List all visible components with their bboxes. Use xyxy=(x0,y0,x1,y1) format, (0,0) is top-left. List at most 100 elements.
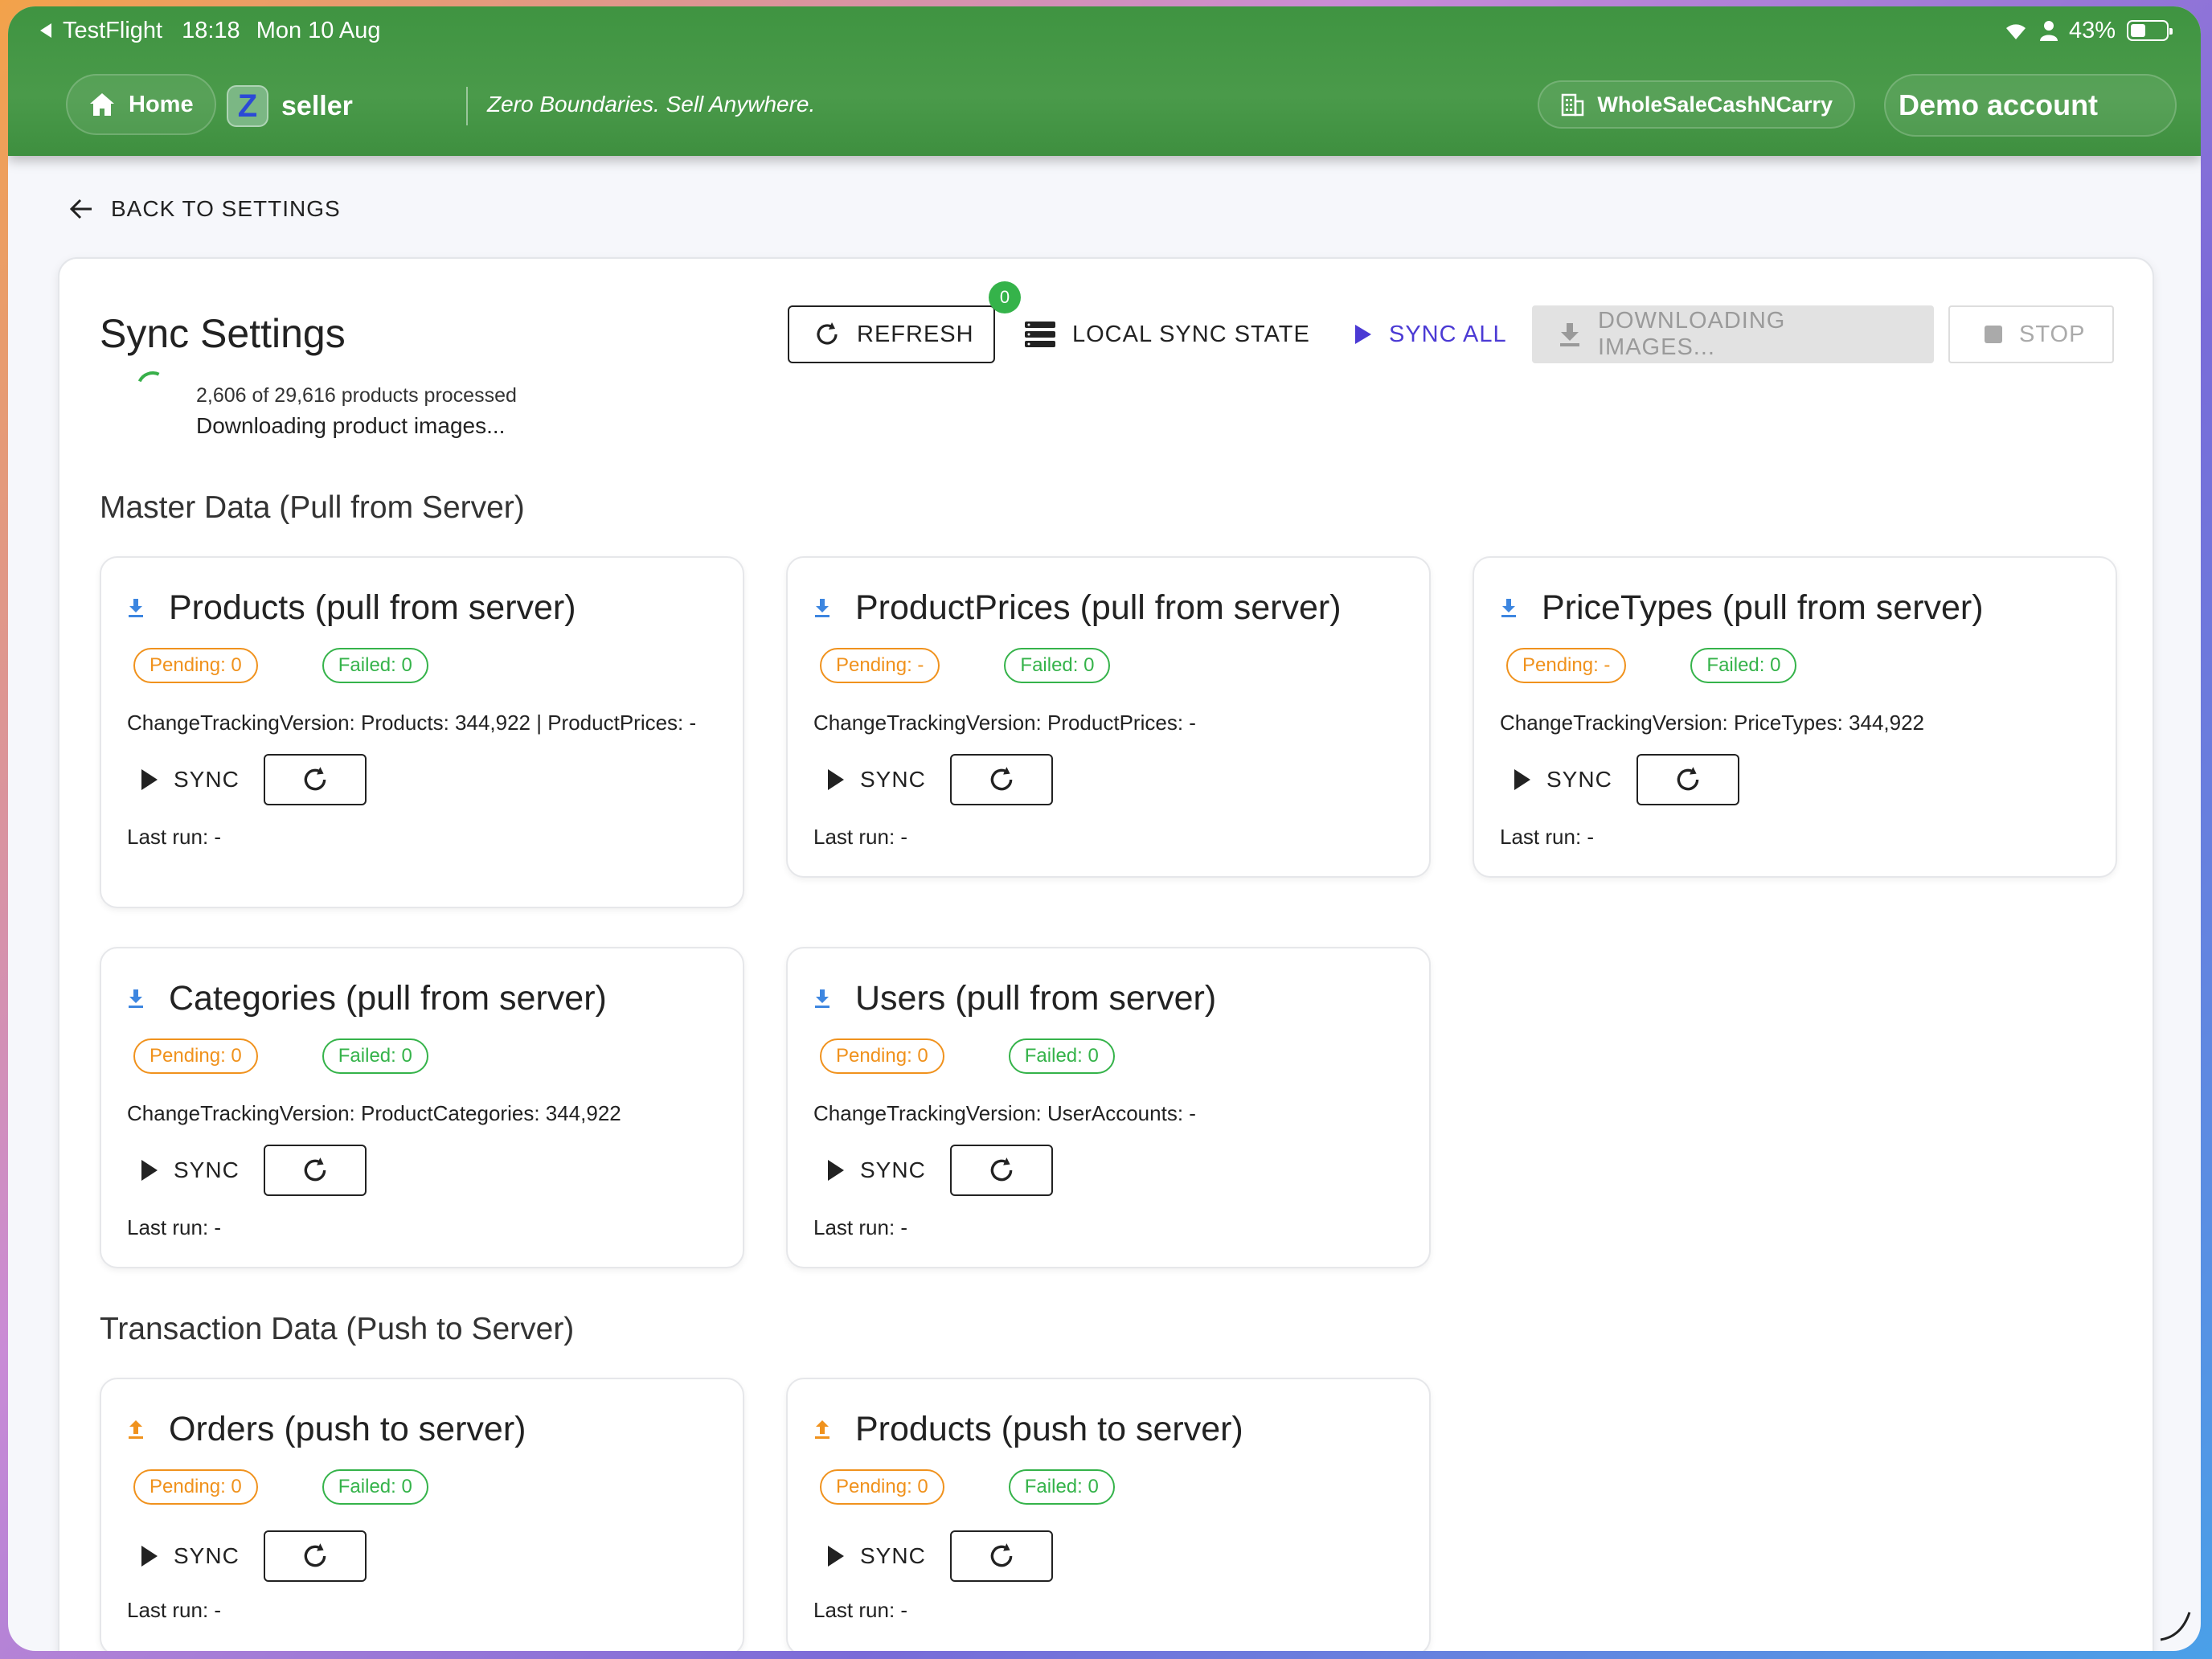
play-icon xyxy=(141,1160,158,1181)
sync-button[interactable]: SYNC xyxy=(1514,767,1612,793)
sync-actions: SYNC xyxy=(141,1530,367,1582)
card-header: Products (pull from server) xyxy=(127,588,576,628)
download-arrow-icon xyxy=(1500,598,1518,619)
last-run-text: Last run: - xyxy=(1500,825,1595,849)
change-tracking-version: ChangeTrackingVersion: ProductCategories… xyxy=(127,1101,621,1125)
sync-actions: SYNC xyxy=(828,1530,1053,1582)
progress-status: Downloading product images... xyxy=(196,413,506,438)
status-chips: Pending: - Failed: 0 xyxy=(1506,648,1797,683)
refresh-count-badge: 0 xyxy=(989,281,1021,313)
sync-settings-panel: Sync Settings REFRESH 0 LOCAL SYNC STATE… xyxy=(58,257,2154,1651)
last-run-text: Last run: - xyxy=(127,1598,222,1622)
change-tracking-version: ChangeTrackingVersion: ProductPrices: - xyxy=(813,711,1196,735)
sync-label: SYNC xyxy=(860,1543,926,1568)
sync-button[interactable]: SYNC xyxy=(828,1543,926,1569)
card-header: Products (push to server) xyxy=(813,1410,1243,1449)
status-chips: Pending: 0 Failed: 0 xyxy=(133,648,428,683)
push-sync-card: Products (push to server) Pending: 0 Faile… xyxy=(786,1378,1431,1651)
card-refresh-button[interactable] xyxy=(1636,754,1739,805)
brand: Z seller xyxy=(227,85,353,127)
store-selector-button[interactable]: WholeSaleCashNCarry xyxy=(1538,80,1855,129)
status-chips: Pending: 0 Failed: 0 xyxy=(820,1038,1115,1074)
status-chips: Pending: 0 Failed: 0 xyxy=(820,1469,1115,1505)
account-button[interactable]: Demo account xyxy=(1884,74,2177,137)
card-title: Products (push to server) xyxy=(855,1410,1243,1448)
local-sync-state-button[interactable]: LOCAL SYNC STATE xyxy=(1024,305,1310,363)
progress-spinner xyxy=(132,367,174,408)
upload-arrow-icon xyxy=(127,1419,145,1440)
sync-all-label: SYNC ALL xyxy=(1389,321,1507,347)
download-arrow-icon xyxy=(813,598,831,619)
card-title: Products (pull from server) xyxy=(169,588,576,627)
stop-icon xyxy=(1984,325,2003,344)
sync-button[interactable]: SYNC xyxy=(828,1157,926,1183)
download-arrow-icon xyxy=(813,989,831,1010)
sync-all-button[interactable]: SYNC ALL xyxy=(1354,305,1507,363)
refresh-icon xyxy=(301,1542,330,1571)
card-title: PriceTypes (pull from server) xyxy=(1542,588,1984,627)
download-arrow-icon xyxy=(127,598,145,619)
arrow-left-icon xyxy=(69,198,93,220)
download-arrow-icon xyxy=(127,989,145,1010)
download-icon xyxy=(1558,322,1582,347)
play-icon xyxy=(141,769,158,790)
status-chips: Pending: - Failed: 0 xyxy=(820,648,1111,683)
master-data-title: Master Data (Pull from Server) xyxy=(100,490,525,525)
play-icon xyxy=(1514,769,1530,790)
last-run-text: Last run: - xyxy=(127,825,222,849)
back-app-label[interactable]: TestFlight xyxy=(63,18,162,44)
stop-label: STOP xyxy=(2019,321,2086,347)
refresh-button[interactable]: REFRESH xyxy=(788,305,995,363)
sync-label: SYNC xyxy=(174,1543,240,1568)
store-name: WholeSaleCashNCarry xyxy=(1597,92,1833,117)
pending-badge: Pending: 0 xyxy=(133,1038,258,1074)
card-refresh-button[interactable] xyxy=(949,754,1053,805)
play-icon xyxy=(828,1546,844,1567)
building-icon xyxy=(1560,92,1584,117)
battery-icon xyxy=(2127,20,2173,41)
back-to-settings-link[interactable]: BACK TO SETTINGS xyxy=(69,196,341,222)
refresh-icon xyxy=(987,1156,1016,1185)
stop-button[interactable]: STOP xyxy=(1948,305,2114,363)
database-list-icon xyxy=(1024,321,1056,348)
sync-label: SYNC xyxy=(860,767,926,792)
card-header: Orders (push to server) xyxy=(127,1410,526,1449)
sync-actions: SYNC xyxy=(141,754,367,805)
card-refresh-button[interactable] xyxy=(263,1530,367,1582)
pending-badge: Pending: - xyxy=(820,648,940,683)
back-to-settings-label: BACK TO SETTINGS xyxy=(111,196,341,221)
card-refresh-button[interactable] xyxy=(263,1145,367,1196)
play-icon xyxy=(1354,323,1373,346)
refresh-icon xyxy=(987,765,1016,794)
downloading-images-button[interactable]: DOWNLOADING IMAGES... xyxy=(1532,305,1934,363)
failed-badge: Failed: 0 xyxy=(1008,1469,1115,1505)
sync-button[interactable]: SYNC xyxy=(828,767,926,793)
back-triangle-icon[interactable] xyxy=(40,23,51,38)
card-header: PriceTypes (pull from server) xyxy=(1500,588,1984,628)
last-run-text: Last run: - xyxy=(813,825,908,849)
sync-button[interactable]: SYNC xyxy=(141,1157,240,1183)
pending-badge: Pending: 0 xyxy=(133,1469,258,1505)
card-refresh-button[interactable] xyxy=(263,754,367,805)
card-title: Orders (push to server) xyxy=(169,1410,526,1448)
card-refresh-button[interactable] xyxy=(949,1530,1053,1582)
card-header: ProductPrices (pull from server) xyxy=(813,588,1342,628)
status-bar-right: 43% xyxy=(2003,14,2173,47)
status-bar-left: TestFlight 18:18 Mon 10 Aug xyxy=(40,14,380,47)
card-refresh-button[interactable] xyxy=(949,1145,1053,1196)
sync-actions: SYNC xyxy=(828,1145,1053,1196)
last-run-text: Last run: - xyxy=(813,1598,908,1622)
home-button[interactable]: Home xyxy=(66,74,216,135)
sync-button[interactable]: SYNC xyxy=(141,1543,240,1569)
card-title: Users (pull from server) xyxy=(855,979,1217,1018)
card-title: ProductPrices (pull from server) xyxy=(855,588,1342,627)
play-icon xyxy=(828,1160,844,1181)
change-tracking-version: ChangeTrackingVersion: Products: 344,922… xyxy=(127,711,697,735)
page-title: Sync Settings xyxy=(100,311,346,356)
person-icon xyxy=(2039,20,2058,41)
wifi-icon xyxy=(2003,20,2029,41)
header-divider xyxy=(466,87,468,125)
pull-sync-card: Products (pull from server) Pending: 0 Fai… xyxy=(100,556,744,908)
sync-button[interactable]: SYNC xyxy=(141,767,240,793)
pending-badge: Pending: 0 xyxy=(820,1038,944,1074)
